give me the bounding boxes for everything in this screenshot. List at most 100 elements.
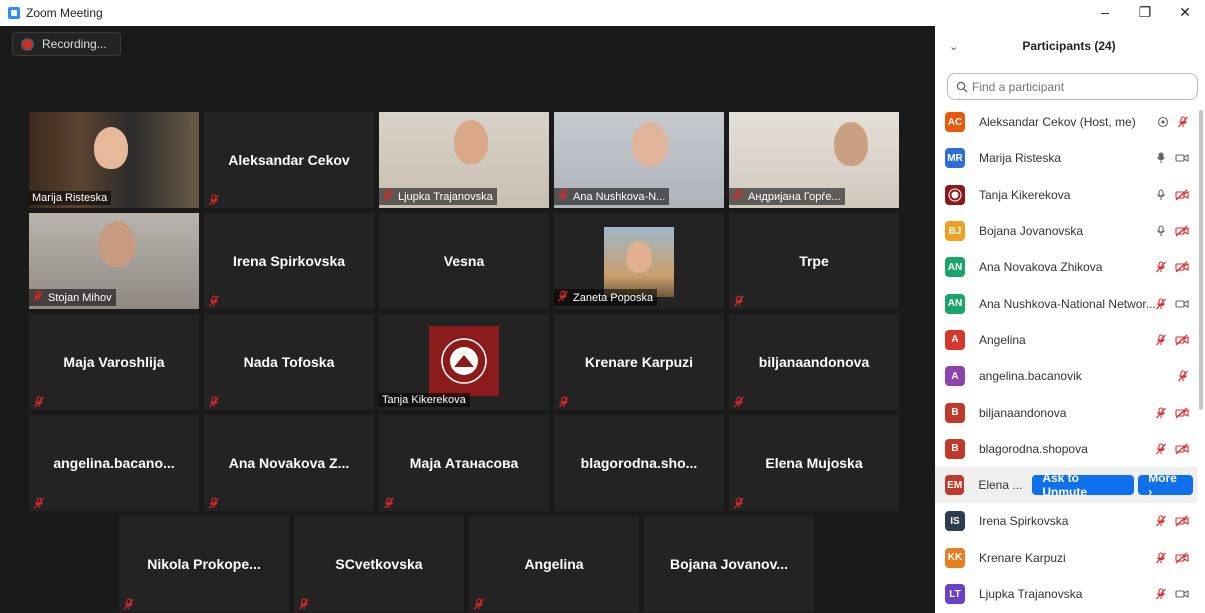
- mic-off-icon[interactable]: [1155, 298, 1167, 310]
- participant-row[interactable]: EM Elena ... Ask to Unmute More ›: [935, 466, 1197, 504]
- tile-participant-name: Elena Mujoska: [765, 455, 863, 471]
- participant-row[interactable]: BJ Bojana Jovanovska: [935, 213, 1197, 249]
- video-tile[interactable]: Ana Nushkova-N...: [554, 112, 724, 208]
- mic-off-icon[interactable]: [1155, 515, 1167, 527]
- video-tile[interactable]: Bojana Jovanov...: [644, 516, 814, 612]
- avatar: MR: [945, 148, 965, 169]
- video-tile[interactable]: Nikola Prokope...: [119, 516, 289, 612]
- mic-off-icon[interactable]: [1155, 552, 1167, 564]
- participant-name: Ana Novakova Zhikova: [979, 260, 1103, 275]
- camera-off-icon[interactable]: [1175, 189, 1189, 201]
- mic-off-icon: [208, 395, 219, 408]
- camera-off-icon[interactable]: [1175, 225, 1189, 237]
- video-tile[interactable]: Ljupka Trajanovska: [379, 112, 549, 208]
- participant-status-icons: [1177, 370, 1189, 382]
- mic-off-icon[interactable]: [1177, 370, 1189, 382]
- panel-scrollbar[interactable]: [1199, 110, 1203, 410]
- participant-row[interactable]: KK Krenare Karpuzi: [935, 540, 1197, 576]
- video-tile[interactable]: Tanja Kikerekova: [379, 314, 549, 410]
- participant-row[interactable]: Bblagorodna.shopova: [935, 431, 1197, 467]
- mic-on-icon[interactable]: [1155, 152, 1167, 164]
- panel-title: Participants (24): [1022, 39, 1116, 53]
- video-tile[interactable]: Nada Tofoska: [204, 314, 374, 410]
- video-tile[interactable]: biljanaandonova: [729, 314, 899, 410]
- participant-name: Ana Nushkova-National Networ...: [979, 296, 1155, 311]
- video-tile[interactable]: Stojan Mihov: [29, 213, 199, 309]
- participant-row[interactable]: Aangelina.bacanovik: [935, 358, 1197, 394]
- participant-row[interactable]: Tanja Kikerekova: [935, 177, 1197, 213]
- mic-off-icon[interactable]: [1155, 588, 1167, 600]
- video-tile[interactable]: Elena Mujoska: [729, 415, 899, 511]
- participant-list: AC Aleksandar Cekov (Host, me) MR Marija Ri…: [935, 104, 1197, 612]
- camera-off-icon[interactable]: [1175, 261, 1189, 273]
- video-tile[interactable]: Irena Spirkovska: [204, 213, 374, 309]
- participant-face: [632, 122, 668, 166]
- participant-row[interactable]: AN Ana Nushkova-National Networ...: [935, 285, 1197, 321]
- ask-to-unmute-button[interactable]: Ask to Unmute: [1032, 471, 1135, 499]
- mic-off-icon: [557, 290, 569, 305]
- mic-off-icon[interactable]: [1155, 406, 1167, 419]
- camera-off-icon[interactable]: [1175, 407, 1189, 419]
- video-tile[interactable]: Angelina: [469, 516, 639, 612]
- participant-row[interactable]: LT Ljupka Trajanovska: [935, 576, 1197, 612]
- camera-icon[interactable]: [1175, 152, 1189, 164]
- participant-status-icons: [1155, 225, 1189, 237]
- participant-row[interactable]: A Angelina: [935, 322, 1197, 358]
- participant-status-icons: [1155, 443, 1189, 455]
- participant-name: Angelina: [979, 332, 1026, 347]
- participant-status-icons: [1155, 189, 1189, 201]
- avatar: EM: [945, 475, 965, 496]
- participant-row[interactable]: AC Aleksandar Cekov (Host, me): [935, 104, 1197, 140]
- participant-search[interactable]: [947, 73, 1198, 100]
- participant-face: [99, 221, 135, 267]
- tile-participant-name: Maja Varoshlija: [63, 354, 165, 370]
- video-tile[interactable]: angelina.bacano...: [29, 415, 199, 511]
- video-tile[interactable]: Aleksandar Cekov: [204, 112, 374, 208]
- camera-off-icon[interactable]: [1175, 443, 1189, 455]
- camera-off-icon[interactable]: [1175, 334, 1189, 346]
- video-tile[interactable]: SCvetkovska: [294, 516, 464, 612]
- tile-participant-name: biljanaandonova: [758, 354, 870, 370]
- tile-label-text: Stojan Mihov: [48, 291, 112, 304]
- participant-row[interactable]: IS Irena Spirkovska: [935, 503, 1197, 539]
- video-tile[interactable]: Maja Varoshlija: [29, 314, 199, 410]
- participant-row[interactable]: AN Ana Novakova Zhikova: [935, 249, 1197, 285]
- chevron-down-icon[interactable]: ⌄: [949, 40, 963, 53]
- video-tile[interactable]: Vesna: [379, 213, 549, 309]
- mic-off-icon[interactable]: [1177, 116, 1189, 128]
- video-tile[interactable]: blagorodna.sho...: [554, 415, 724, 511]
- camera-off-icon[interactable]: [1175, 515, 1189, 527]
- minimize-button[interactable]: –: [1085, 4, 1125, 21]
- video-tile[interactable]: Маја Атанасова: [379, 415, 549, 511]
- camera-icon[interactable]: [1175, 588, 1189, 600]
- screen-share-icon[interactable]: [1157, 116, 1169, 128]
- video-tile[interactable]: Zaneta Poposka: [554, 213, 724, 309]
- mic-off-icon: [473, 597, 484, 610]
- mic-off-icon[interactable]: [1155, 334, 1167, 346]
- mic-icon[interactable]: [1155, 225, 1167, 237]
- close-button[interactable]: ✕: [1165, 4, 1205, 21]
- participant-row[interactable]: Bbiljanaandonova: [935, 394, 1197, 430]
- recording-indicator[interactable]: Recording...: [12, 32, 121, 56]
- video-tile[interactable]: Trpe: [729, 213, 899, 309]
- video-tile[interactable]: Marija Risteska: [29, 112, 199, 208]
- video-gallery: Recording... Marija Risteska Aleksandar C…: [0, 26, 935, 613]
- camera-icon[interactable]: [1175, 298, 1189, 310]
- participant-row[interactable]: MR Marija Risteska: [935, 140, 1197, 176]
- video-tile[interactable]: Krenare Karpuzi: [554, 314, 724, 410]
- maximize-button[interactable]: ❐: [1125, 4, 1165, 21]
- camera-off-icon[interactable]: [1175, 552, 1189, 564]
- participant-name: angelina.bacanovik: [979, 369, 1082, 384]
- mic-icon[interactable]: [1155, 189, 1167, 201]
- record-icon: [23, 39, 32, 49]
- tile-name-label: Андријана Горѓе...: [729, 188, 845, 205]
- video-tile[interactable]: Андријана Горѓе...: [729, 112, 899, 208]
- more-button[interactable]: More ›: [1138, 471, 1193, 499]
- participant-face: [626, 241, 652, 273]
- video-tile[interactable]: Ana Novakova Z...: [204, 415, 374, 511]
- mic-off-icon: [558, 395, 569, 408]
- mic-off-icon[interactable]: [1155, 261, 1167, 273]
- mic-off-icon[interactable]: [1155, 443, 1167, 455]
- search-input[interactable]: [972, 79, 1192, 94]
- tile-participant-name: Nada Tofoska: [243, 354, 335, 370]
